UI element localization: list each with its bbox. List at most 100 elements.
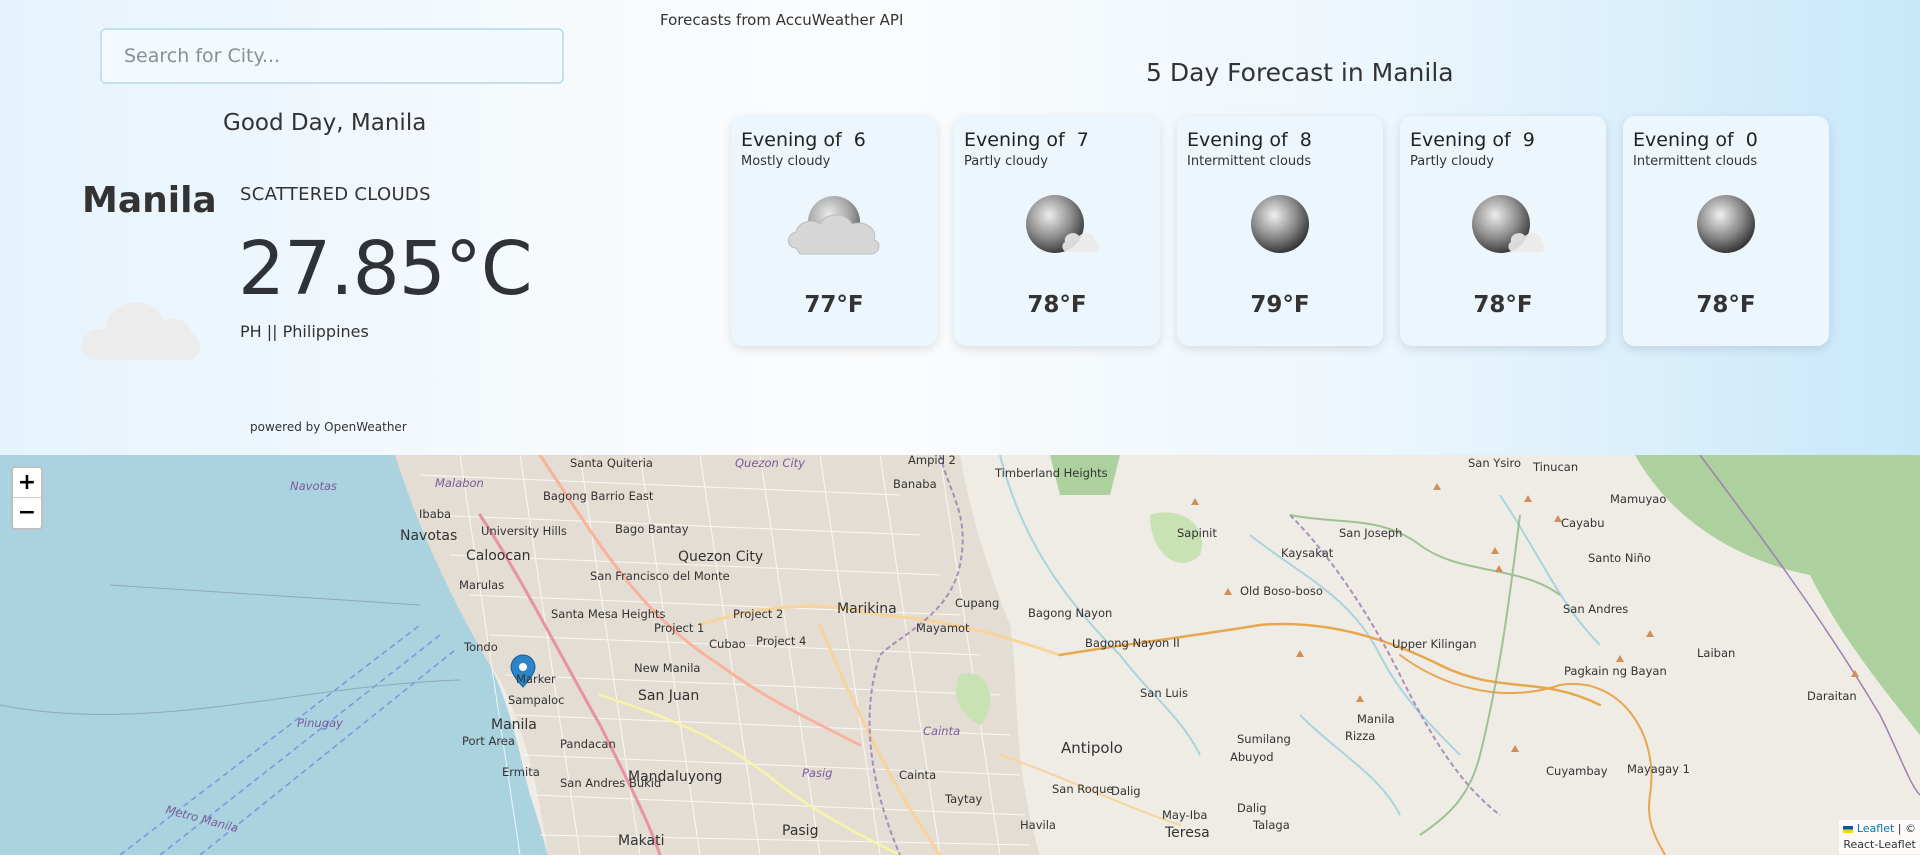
map-label: Tinucan [1532,460,1578,474]
leaflet-link[interactable]: Leaflet [1857,822,1894,835]
map-label: San Ysiro [1468,456,1521,470]
map-label: Sampaloc [508,693,564,707]
current-city-name: Manila [82,180,217,221]
forecast-condition: Intermittent clouds [1633,154,1758,169]
current-temperature: 27.85°C [238,226,533,312]
map-label: Pandacan [560,737,616,751]
forecast-day: Evening of 8 [1187,129,1312,151]
map-label: Pinugay [297,716,343,730]
api-note: Forecasts from AccuWeather API [660,11,904,29]
map-label: Santo Niño [1588,551,1651,565]
map-label: Mamuyao [1610,492,1666,506]
map-label: Caloocan [466,548,531,564]
map-label: Cayabu [1561,516,1605,530]
map-label: Taytay [944,792,983,806]
map-label: Cainta [899,768,936,782]
map-label: Cubao [709,637,746,651]
forecast-condition: Partly cloudy [964,154,1048,169]
map-label: Havila [1020,818,1056,832]
forecast-card: Evening of 7 Partly cloudy 78°F [954,116,1160,346]
map-label: Pasig [782,823,818,839]
map-label: Timberland Heights [994,466,1108,480]
map-label: Daraitan [1807,689,1857,703]
map-attribution: Leaflet | © React-Leaflet [1839,820,1920,854]
map-label: Manila [1357,712,1395,726]
map-label: Ermita [502,765,540,779]
map-label: Old Boso-boso [1240,584,1323,598]
powered-by-note: powered by OpenWeather [250,420,407,434]
ukraine-flag-icon [1843,825,1854,833]
map-label: Marker [516,672,556,686]
map-label: Cupang [955,596,999,610]
map-label: Bago Bantay [615,522,689,536]
map-label: Port Area [462,734,515,748]
city-search-input[interactable] [100,28,564,84]
forecast-temperature: 77°F [804,292,864,318]
map-label: Pagkain ng Bayan [1564,664,1667,678]
map-label: San Joseph [1339,526,1402,540]
map-label: Abuyod [1230,750,1274,764]
map-label: San Luis [1140,686,1188,700]
forecast-card: Evening of 6 Mostly cloudy 77°F [731,116,937,346]
map-label: New Manila [634,661,700,675]
greeting-heading: Good Day, Manila [223,110,427,136]
forecast-card: Evening of 0 Intermittent clouds 78°F [1623,116,1829,346]
map-label: Dalig [1237,801,1267,815]
map-label: Antipolo [1061,739,1123,757]
map-label: San Juan [638,688,699,704]
forecast-condition: Intermittent clouds [1187,154,1312,169]
zoom-control: + − [11,466,43,530]
map-label: San Andres [1563,602,1628,616]
map-label: Bagong Nayon II [1085,636,1180,650]
forecast-day: Evening of 6 [741,129,866,151]
map-label: Quezon City [735,456,805,470]
map-label: Cainta [923,724,960,738]
forecast-temperature: 78°F [1027,292,1087,318]
map-label: Malabon [435,476,484,490]
moon-icon [1697,195,1755,253]
map-label: Upper Kilingan [1392,637,1477,651]
map-label: University Hills [481,524,567,538]
map-label: May-Iba [1162,808,1207,822]
map-label: Quezon City [678,549,763,565]
partly-cloudy-night-icon [1472,195,1545,253]
weather-panel: Forecasts from AccuWeather API Good Day,… [0,0,1920,455]
map-label: Talaga [1252,818,1290,832]
map[interactable]: Santa Quiteria Quezon City Ampid 2 Timbe… [0,455,1920,855]
forecast-condition: Partly cloudy [1410,154,1494,169]
map-label: Banaba [893,477,937,491]
current-country: PH || Philippines [240,322,369,341]
map-label: Mandaluyong [628,769,722,785]
forecast-title: 5 Day Forecast in Manila [1146,58,1454,87]
attribution-separator: | © [1894,822,1916,835]
forecast-card: Evening of 9 Partly cloudy 78°F [1400,116,1606,346]
forecast-day: Evening of 7 [964,129,1089,151]
map-label: Project 4 [756,634,806,648]
forecast-day: Evening of 0 [1633,129,1758,151]
map-label: Pasig [802,766,832,780]
map-label: Sapinit [1177,526,1217,540]
map-label: Kaysakat [1281,546,1334,560]
map-label: Laiban [1697,646,1735,660]
map-label: Marulas [459,578,504,592]
map-label: Santa Mesa Heights [551,607,666,621]
zoom-out-button[interactable]: − [13,498,41,528]
forecast-condition: Mostly cloudy [741,154,831,169]
map-label: Santa Quiteria [570,456,653,470]
map-tiles[interactable]: Santa Quiteria Quezon City Ampid 2 Timbe… [0,455,1920,855]
zoom-in-button[interactable]: + [13,468,41,498]
forecast-card: Evening of 8 Intermittent clouds 79°F [1177,116,1383,346]
map-label: Bagong Nayon [1028,606,1112,620]
map-label: Tondo [463,640,498,654]
forecast-temperature: 78°F [1696,292,1756,318]
map-label: Mayagay 1 [1627,762,1690,776]
mostly-cloudy-night-icon [788,196,880,255]
cloud-icon [81,302,201,360]
map-label: Makati [618,833,664,849]
forecast-temperature: 78°F [1473,292,1533,318]
map-label: Project 2 [733,607,783,621]
map-label: Bagong Barrio East [543,489,654,503]
map-label: Project 1 [654,621,704,635]
map-label: Dalig [1111,784,1141,798]
map-label: Ibaba [419,507,451,521]
